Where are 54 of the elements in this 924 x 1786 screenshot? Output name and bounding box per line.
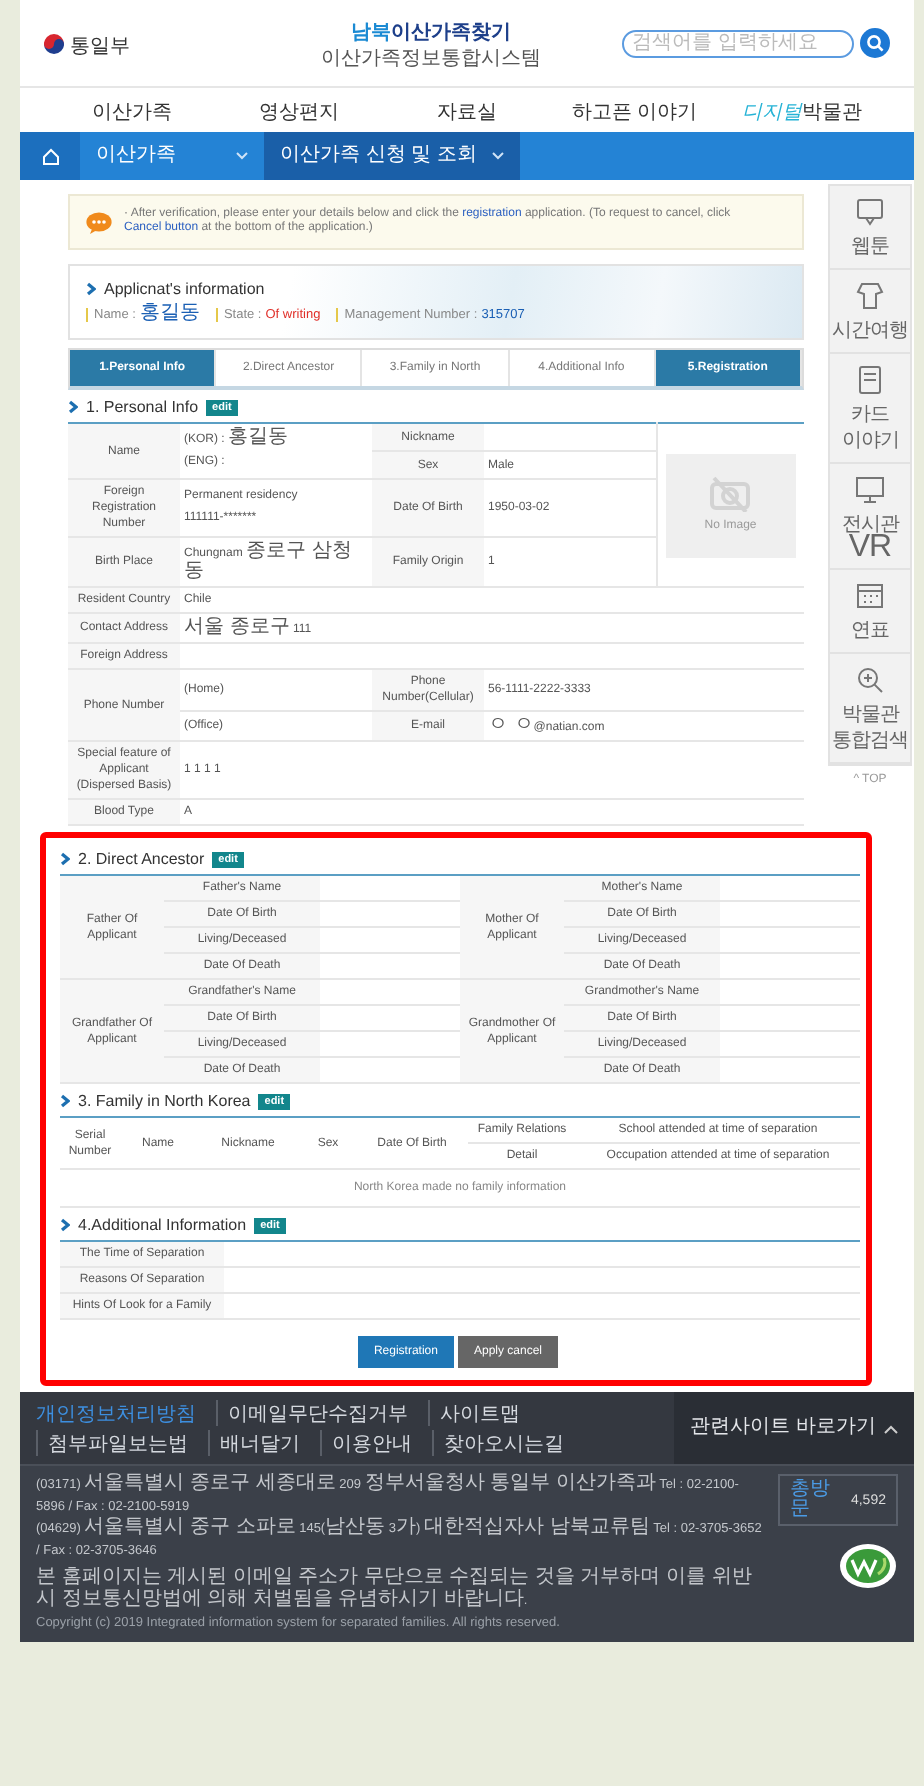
section-title: 1. Personal Info [86, 398, 199, 416]
site-title: 남북이산가족찾기 [351, 19, 511, 43]
footer-link[interactable]: 이메일무단수집거부 [216, 1400, 428, 1426]
home-button[interactable] [20, 132, 80, 180]
footer-link[interactable]: 개인정보처리방침 [36, 1400, 216, 1426]
chevron-icon [60, 1218, 70, 1232]
no-camera-icon [708, 476, 753, 512]
logo-text: 통일부 [70, 33, 130, 61]
nav-item[interactable]: 영상편지 [215, 92, 384, 128]
calendar-icon [854, 580, 886, 612]
nav-item[interactable]: 이산가족 [48, 92, 216, 128]
site-subtitle: 이산가족정보통합시스템 [321, 45, 541, 69]
card-icon [854, 364, 886, 396]
nav-item[interactable]: 자료실 [383, 92, 551, 128]
chevron-icon [60, 852, 70, 866]
nav-item[interactable]: 하고픈 이야기 [550, 92, 719, 128]
monitor-icon [854, 474, 886, 506]
footer-link[interactable]: 찾아오시는길 [432, 1430, 584, 1456]
breadcrumb-item[interactable]: 이산가족 신청 및 조회 [264, 132, 520, 180]
footer-link[interactable]: 배너달기 [208, 1430, 320, 1456]
footer-link[interactable]: 사이트맵 [428, 1400, 540, 1426]
section-title: 4.Additional Information [78, 1216, 247, 1234]
counter-label: 총방문 [790, 1480, 832, 1520]
breadcrumb-item[interactable]: 이산가족 [80, 132, 264, 180]
search-button[interactable] [860, 28, 890, 58]
quick-menu-item[interactable]: 카드 이야기 [830, 354, 910, 464]
related-sites-button[interactable]: 관련사이트 바로가기 [674, 1392, 914, 1464]
emblem-icon [44, 33, 64, 53]
chevron-icon [68, 400, 78, 414]
quick-menu-item[interactable]: 박물관 통합검색 [830, 654, 910, 764]
chat-icon [854, 196, 886, 228]
caret-icon [883, 1423, 898, 1433]
panel-title: Applicnat's information [104, 280, 265, 298]
caret-icon [236, 152, 248, 160]
chevron-icon [60, 1094, 70, 1108]
quick-menu-item[interactable]: 전시관 VR [830, 464, 910, 570]
footer-link[interactable]: 이용안내 [320, 1430, 432, 1456]
section-title: 2. Direct Ancestor [78, 850, 205, 868]
search-field[interactable]: 검색어를 입력하세요 [622, 29, 854, 57]
home-icon [41, 147, 59, 165]
chevron-icon [86, 282, 96, 296]
nav-item[interactable]: 디지털박물관 [718, 92, 886, 128]
shirt-icon [854, 280, 886, 312]
section-title: 3. Family in North Korea [78, 1092, 251, 1110]
quick-menu-item[interactable]: 웹툰 [830, 186, 910, 270]
quick-menu-item[interactable]: 연표 [830, 570, 910, 654]
info-value: 홍길동 [139, 308, 200, 322]
chat-bubble-icon [86, 211, 112, 233]
search-icon [866, 34, 884, 52]
zoom-in-icon [854, 664, 886, 696]
certification-badge-icon [838, 1542, 898, 1590]
footer-link[interactable]: 첨부파일보는법 [36, 1430, 208, 1456]
caret-icon [492, 152, 504, 160]
quick-menu-item[interactable]: 시간여행 [830, 270, 910, 354]
